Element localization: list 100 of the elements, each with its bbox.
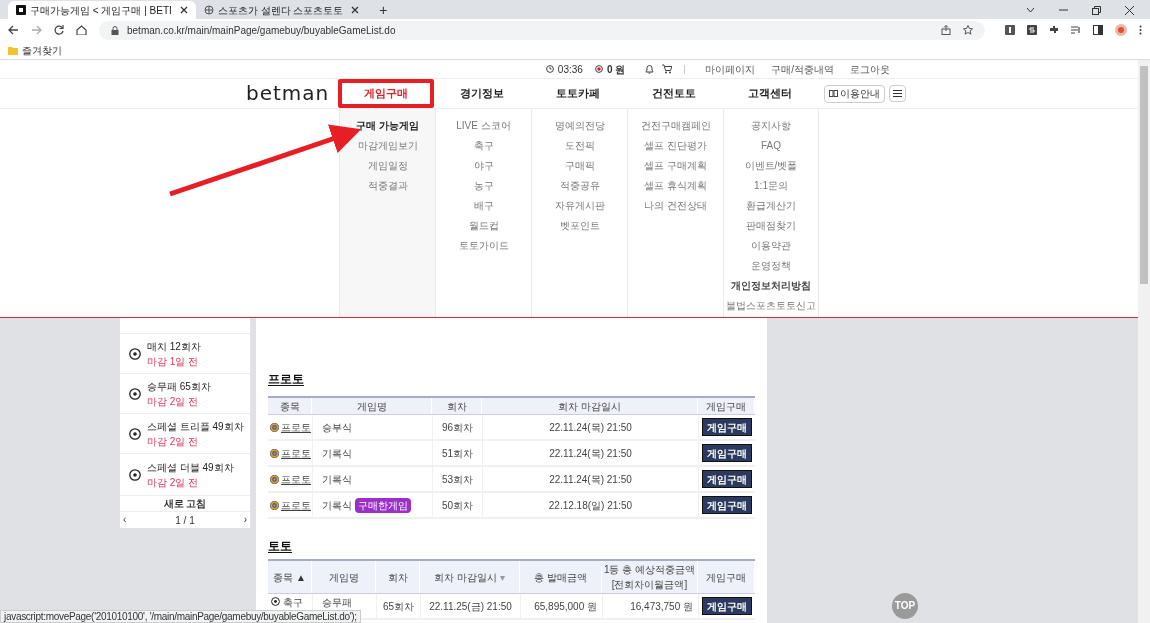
game-title: 스페셜 트리플 49회차 [147, 419, 244, 434]
game-name: 승무패 [322, 596, 352, 610]
menu-item[interactable]: 게임일정 [367, 158, 408, 173]
soccer-ball-icon [129, 387, 141, 400]
address-bar[interactable]: betman.co.kr/main/mainPage/gamebuy/buyableGameList.do [99, 20, 985, 40]
nav-tab[interactable]: 고객센터 [722, 79, 818, 108]
menu-item[interactable]: 공지사항 [751, 118, 791, 133]
next-page-button[interactable]: › [243, 515, 247, 525]
share-icon[interactable] [941, 25, 951, 35]
menu-item[interactable]: 야구 [473, 158, 494, 173]
menu-item[interactable]: 나의 건전상태 [644, 198, 707, 213]
menu-item[interactable]: 개인정보처리방침 [731, 278, 811, 293]
chevron-down-icon[interactable] [1026, 7, 1035, 13]
game-list-item[interactable]: 스페셜 트리플 49회차 마감 2일 전 [120, 414, 250, 454]
back-icon[interactable] [8, 25, 19, 35]
sport-link[interactable]: 프로토 [281, 497, 311, 513]
sport-link[interactable]: 프로토 [281, 445, 311, 461]
bookmark-folder[interactable]: 즐겨찾기 [8, 42, 62, 58]
menu-item[interactable]: 불법스포츠토토신고 [726, 298, 816, 313]
menu-item[interactable]: 이벤트/벳폴 [744, 158, 798, 173]
sport-link[interactable]: 프로토 [281, 419, 311, 435]
restore-icon[interactable] [1092, 5, 1101, 15]
buy-button[interactable]: 게임구매 [702, 496, 752, 514]
nav-tab[interactable]: 토토카페 [530, 79, 626, 108]
buy-button[interactable]: 게임구매 [702, 597, 752, 615]
nav-tab[interactable]: 게임구매 [338, 79, 434, 108]
nav-tab[interactable]: 건전토토 [626, 79, 722, 108]
close-icon[interactable] [1125, 5, 1134, 15]
bell-icon[interactable] [645, 64, 655, 74]
menu-item[interactable]: 적중공유 [559, 178, 600, 193]
menu-item[interactable]: 월드컵 [468, 218, 499, 233]
home-icon[interactable] [76, 25, 87, 35]
menu-item[interactable]: 축구 [473, 138, 494, 153]
refresh-button[interactable]: 새로 고침 [120, 496, 250, 512]
menu-item[interactable]: 마감게임보기 [357, 138, 418, 153]
sport-link[interactable]: 프로토 [281, 471, 311, 487]
menu-item[interactable]: 적중결과 [367, 178, 408, 193]
column-header: 게임구매 [706, 570, 746, 585]
column-header: 게임구매 [698, 398, 755, 414]
game-list-item[interactable]: 스페셜 더블 49회차 마감 2일 전 [120, 454, 250, 496]
menu-item[interactable]: 배구 [473, 198, 494, 213]
new-tab-button[interactable]: + [367, 1, 400, 19]
menu-item[interactable]: 운영정책 [751, 258, 791, 273]
nav-tab[interactable]: 경기정보 [434, 79, 530, 108]
playlist-icon[interactable] [1071, 25, 1081, 35]
buy-button[interactable]: 게임구매 [702, 418, 752, 436]
lock-icon [111, 25, 119, 35]
prev-page-button[interactable]: ‹ [123, 515, 127, 525]
more-icon[interactable] [1139, 25, 1142, 35]
game-list-item[interactable]: 매치 12회차 마감 1일 전 [120, 334, 250, 374]
menu-item[interactable]: FAQ [761, 138, 781, 153]
menu-item[interactable]: 셀프 휴식계획 [644, 178, 707, 193]
puzzle-icon[interactable] [1049, 25, 1059, 35]
header-link[interactable]: 구매/적중내역 [771, 61, 834, 77]
menu-item[interactable]: 구매 가능게임 [356, 118, 419, 133]
star-icon[interactable] [963, 25, 973, 35]
soccer-ball-icon [271, 597, 280, 606]
column-header: 1등 총 예상적중금액 [603, 563, 696, 577]
soccer-ball-icon [129, 427, 141, 440]
logo[interactable]: betman [246, 79, 338, 108]
scrollbar-thumb[interactable] [1140, 66, 1148, 284]
close-icon[interactable] [351, 6, 360, 14]
menu-item[interactable]: 벳포인트 [559, 218, 600, 233]
menu-item[interactable]: 토토가이드 [458, 238, 509, 253]
menu-button[interactable] [889, 85, 906, 102]
header-link[interactable]: 마이페이지 [705, 61, 756, 77]
menu-item[interactable]: 판매점찾기 [746, 218, 796, 233]
buy-button[interactable]: 게임구매 [702, 444, 752, 462]
menu-item[interactable]: 자유게시판 [554, 198, 605, 213]
sidebar-icon[interactable] [1093, 25, 1103, 35]
deadline-text: 마감 1일 전 [147, 354, 200, 369]
menu-item[interactable]: 셀프 진단평가 [644, 138, 707, 153]
avatar-icon[interactable] [1115, 24, 1127, 36]
reload-icon[interactable] [54, 25, 64, 35]
menu-item[interactable]: 셀프 구매계획 [644, 158, 707, 173]
menu-item[interactable]: 도전픽 [564, 138, 595, 153]
folder-icon [8, 45, 18, 55]
menu-item[interactable]: 1:1문의 [754, 178, 788, 193]
cart-icon[interactable] [662, 64, 673, 74]
menu-item[interactable]: 명예의전당 [554, 118, 605, 133]
menu-item[interactable]: 이용약관 [751, 238, 791, 253]
sport-link[interactable]: 축구 [283, 595, 303, 610]
table-cell: 22.11.25(금) 21:50 [420, 594, 520, 618]
sort-toggle[interactable]: ▲ [296, 569, 306, 585]
menu-item[interactable]: 구매픽 [564, 158, 595, 173]
extension-badge-icon[interactable] [1027, 25, 1037, 35]
browser-tab[interactable]: 구매가능게임 < 게임구매 | BETI [8, 1, 196, 19]
guide-button[interactable]: 이용안내 [824, 84, 885, 103]
menu-item[interactable]: 환급계산기 [746, 198, 796, 213]
header-link[interactable]: 로그아웃 [850, 61, 890, 77]
status-bar: javascript:movePage('201010100', '/main/mainPage/gamebuy/buyableGameList.do'); [0, 610, 361, 623]
extension-badge-icon[interactable] [1005, 25, 1015, 35]
table-cell: 50회차 [432, 493, 482, 517]
menu-item[interactable]: LIVE 스코어 [456, 118, 511, 133]
menu-item[interactable]: 농구 [473, 178, 494, 193]
game-list-item[interactable]: 승무패 65회차 마감 2일 전 [120, 374, 250, 414]
deadline-text: 마감 2일 전 [147, 394, 200, 409]
buy-button[interactable]: 게임구매 [702, 470, 752, 488]
menu-item[interactable]: 건전구매캠페인 [640, 118, 711, 133]
close-icon[interactable] [179, 6, 188, 14]
